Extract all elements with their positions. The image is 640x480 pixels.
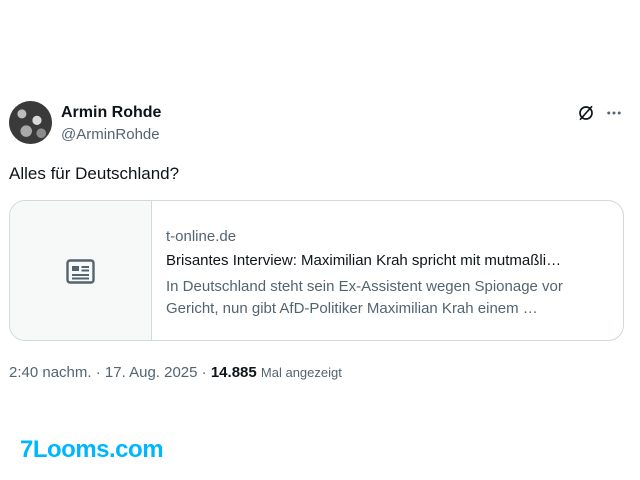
card-description: In Deutschland steht sein Ex-Assistent w… — [166, 278, 563, 317]
author-name[interactable]: Armin Rohde — [61, 104, 161, 122]
view-count: 14.885 — [210, 364, 257, 381]
tweet-date[interactable]: 17. Aug. 2025 — [105, 364, 198, 381]
card-thumbnail — [10, 201, 152, 340]
tweet-time[interactable]: 2:40 nachm. — [9, 364, 92, 381]
watermark: 7Looms.com — [20, 436, 164, 463]
view-label: Mal angezeigt — [260, 365, 342, 380]
card-domain: t-online.de — [166, 228, 237, 245]
author-handle[interactable]: @ArminRohde — [61, 126, 160, 143]
tweet-text: Alles für Deutschland? — [9, 164, 180, 183]
more-icon[interactable] — [604, 104, 624, 122]
avatar[interactable] — [9, 101, 52, 144]
news-icon — [66, 259, 95, 284]
card-title: Brisantes Interview: Maximilian Krah spr… — [166, 252, 562, 269]
grok-icon[interactable] — [577, 104, 595, 122]
tweet-meta: 2:40 nachm. · 17. Aug. 2025 · 14.885 Mal… — [9, 364, 342, 381]
link-card[interactable]: t-online.de Brisantes Interview: Maximil… — [9, 200, 624, 341]
